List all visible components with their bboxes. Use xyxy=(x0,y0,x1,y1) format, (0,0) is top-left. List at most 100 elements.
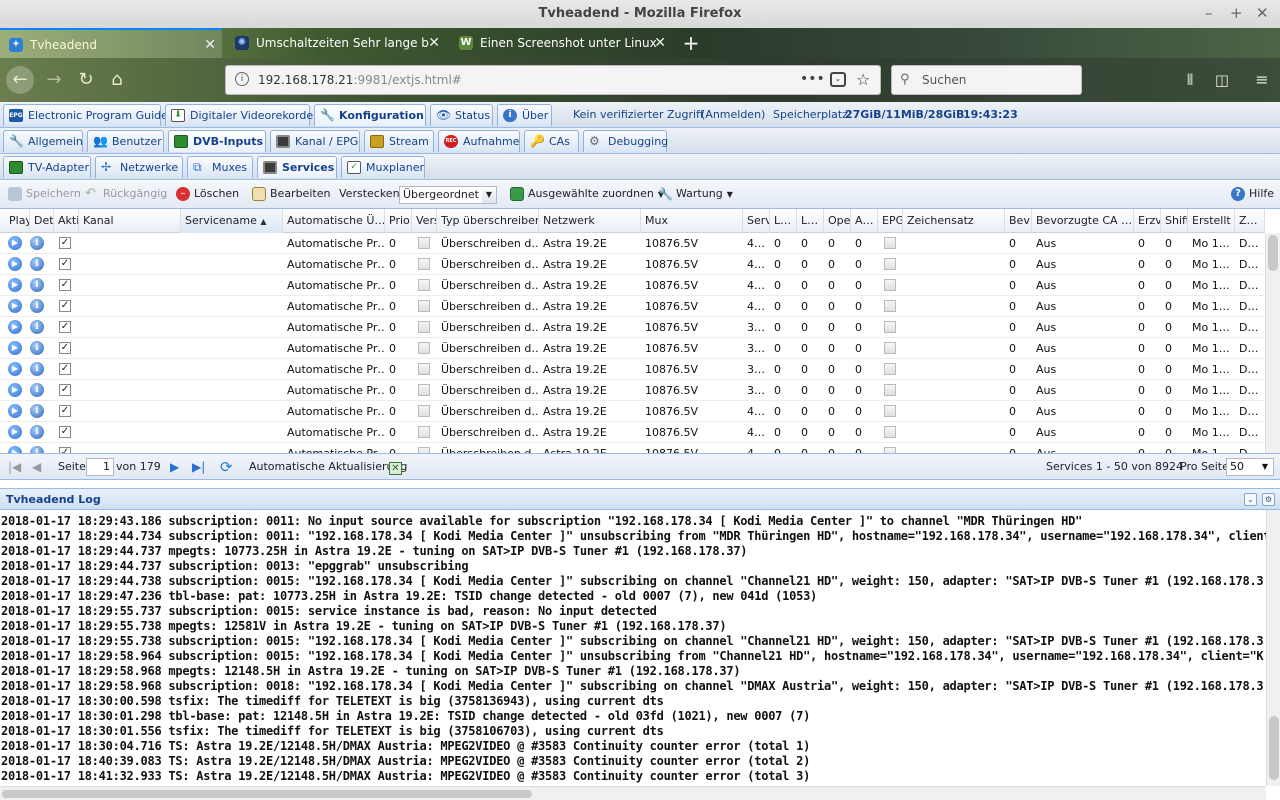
auto-refresh-toggle-icon[interactable]: ✕ xyxy=(389,462,402,475)
encrypted-checkbox[interactable] xyxy=(418,363,430,375)
col-force[interactable]: Erzv xyxy=(1134,209,1161,233)
tab-cas[interactable]: 🔑 CAs xyxy=(524,130,579,152)
play-icon[interactable]: ▶ xyxy=(8,278,22,292)
last-page-icon[interactable]: ▶| xyxy=(192,454,205,480)
details-icon[interactable]: i xyxy=(30,383,44,397)
epg-checkbox[interactable] xyxy=(884,237,896,249)
first-page-icon[interactable]: |◀ xyxy=(8,454,21,480)
refresh-icon[interactable]: ⟳ xyxy=(220,454,233,480)
tab-tv-adapter[interactable]: TV-Adapter xyxy=(3,156,91,178)
grid-scrollbar[interactable] xyxy=(1265,233,1280,453)
col-l1[interactable]: L… xyxy=(770,209,797,233)
help-button[interactable]: ? Hilfe xyxy=(1229,181,1274,207)
details-icon[interactable]: i xyxy=(30,404,44,418)
home-icon[interactable]: ⌂ xyxy=(103,66,131,94)
save-button[interactable]: Speichern xyxy=(6,181,81,207)
per-page-select[interactable]: 50 ▼ xyxy=(1226,458,1274,476)
col-play[interactable]: Play xyxy=(5,209,30,233)
col-auto-check[interactable]: Automatische Ü… xyxy=(283,209,385,233)
play-icon[interactable]: ▶ xyxy=(8,404,22,418)
close-window-icon[interactable]: ✕ xyxy=(1256,0,1269,28)
table-row[interactable]: ▶i✓Automatische Pr…0Überschreiben d…Astr… xyxy=(0,401,1265,422)
browser-tab-screenshot[interactable]: W Einen Screenshot unter Linux ✕ xyxy=(450,28,672,58)
library-icon[interactable]: ⫴ xyxy=(1176,66,1204,94)
settings-icon[interactable]: ⚙ xyxy=(1262,493,1275,506)
tab-status[interactable]: 👁 Status xyxy=(430,104,493,126)
search-bar[interactable]: ⚲ Suchen xyxy=(891,65,1082,95)
table-row[interactable]: ▶i✓Automatische Pr…0Überschreiben d…Astr… xyxy=(0,422,1265,443)
enabled-checkbox[interactable]: ✓ xyxy=(59,426,71,438)
epg-checkbox[interactable] xyxy=(884,363,896,375)
url-bar[interactable]: i 192.168.178.21:9981/extjs.html# ••• ⌄ … xyxy=(225,65,881,95)
table-row[interactable]: ▶i✓Automatische Pr…0Überschreiben d…Astr… xyxy=(0,233,1265,254)
epg-checkbox[interactable] xyxy=(884,342,896,354)
col-priority[interactable]: Prio xyxy=(385,209,412,233)
col-preferred-ca[interactable]: Bevorzugte CA … xyxy=(1032,209,1134,233)
col-mux[interactable]: Mux xyxy=(641,209,743,233)
tab-epg[interactable]: EPG Electronic Program Guide xyxy=(3,104,168,126)
collapse-icon[interactable]: ⌄ xyxy=(1244,493,1257,506)
maximize-icon[interactable]: + xyxy=(1230,0,1243,28)
epg-checkbox[interactable] xyxy=(884,405,896,417)
encrypted-checkbox[interactable] xyxy=(418,405,430,417)
details-icon[interactable]: i xyxy=(30,257,44,271)
close-tab-icon[interactable]: ✕ xyxy=(204,30,216,58)
browser-tab-tvheadend[interactable]: ✦ Tvheadend ✕ xyxy=(0,28,222,58)
edit-button[interactable]: Bearbeiten xyxy=(250,181,330,207)
prev-page-icon[interactable]: ◀ xyxy=(32,454,41,480)
encrypted-checkbox[interactable] xyxy=(418,426,430,438)
delete-button[interactable]: – Löschen xyxy=(174,181,239,207)
forward-icon[interactable]: → xyxy=(40,66,68,94)
table-row[interactable]: ▶i✓Automatische Pr…0Überschreiben d…Astr… xyxy=(0,296,1265,317)
col-l2[interactable]: L… xyxy=(797,209,824,233)
table-row[interactable]: ▶i✓Automatische Pr…0Überschreiben d…Astr… xyxy=(0,443,1265,453)
play-icon[interactable]: ▶ xyxy=(8,320,22,334)
col-z[interactable]: Z… xyxy=(1235,209,1265,233)
details-icon[interactable]: i xyxy=(30,299,44,313)
encrypted-checkbox[interactable] xyxy=(418,237,430,249)
play-icon[interactable]: ▶ xyxy=(8,362,22,376)
scrollbar-thumb[interactable] xyxy=(2,790,532,798)
tab-users[interactable]: 👥 Benutzer xyxy=(87,130,164,152)
back-icon[interactable]: ← xyxy=(6,66,34,94)
tab-dvr[interactable]: ⬇ Digitaler Videorekorder xyxy=(165,104,318,126)
close-tab-icon[interactable]: ✕ xyxy=(654,28,666,58)
tab-about[interactable]: i Über xyxy=(497,104,552,126)
play-icon[interactable]: ▶ xyxy=(8,446,22,453)
enabled-checkbox[interactable]: ✓ xyxy=(59,237,71,249)
minimize-icon[interactable]: – xyxy=(1205,0,1213,28)
play-icon[interactable]: ▶ xyxy=(8,257,22,271)
details-icon[interactable]: i xyxy=(30,236,44,250)
table-row[interactable]: ▶i✓Automatische Pr…0Überschreiben d…Astr… xyxy=(0,359,1265,380)
table-row[interactable]: ▶i✓Automatische Pr…0Überschreiben d…Astr… xyxy=(0,317,1265,338)
epg-checkbox[interactable] xyxy=(884,258,896,270)
col-channel[interactable]: Kanal xyxy=(79,209,181,233)
play-icon[interactable]: ▶ xyxy=(8,236,22,250)
enabled-checkbox[interactable]: ✓ xyxy=(59,405,71,417)
pocket-icon[interactable]: ⌄ xyxy=(830,72,846,87)
table-row[interactable]: ▶i✓Automatische Pr…0Überschreiben d…Astr… xyxy=(0,275,1265,296)
col-a[interactable]: A… xyxy=(851,209,878,233)
tab-channel-epg[interactable]: Kanal / EPG xyxy=(270,130,360,152)
bookmark-star-icon[interactable]: ☆ xyxy=(856,66,870,93)
col-ope[interactable]: Ope xyxy=(824,209,851,233)
details-icon[interactable]: i xyxy=(30,425,44,439)
epg-checkbox[interactable] xyxy=(884,426,896,438)
new-tab-button[interactable]: + xyxy=(676,28,706,58)
play-icon[interactable]: ▶ xyxy=(8,425,22,439)
tab-general[interactable]: 🔧 Allgemein xyxy=(3,130,83,152)
reload-icon[interactable]: ↻ xyxy=(72,66,100,94)
col-enabled[interactable]: Akti xyxy=(54,209,79,233)
close-tab-icon[interactable]: ✕ xyxy=(428,28,440,58)
enabled-checkbox[interactable]: ✓ xyxy=(59,258,71,270)
tab-muxes[interactable]: ⧉ Muxes xyxy=(187,156,253,178)
page-input[interactable]: 1 xyxy=(86,458,114,476)
play-icon[interactable]: ▶ xyxy=(8,383,22,397)
col-service-id[interactable]: Serv xyxy=(743,209,770,233)
epg-checkbox[interactable] xyxy=(884,279,896,291)
enabled-checkbox[interactable]: ✓ xyxy=(59,363,71,375)
scrollbar-thumb[interactable] xyxy=(1269,716,1279,780)
hide-select[interactable]: Übergeordnet d ▼ xyxy=(399,186,497,204)
tab-recording[interactable]: REC Aufnahme xyxy=(438,130,520,152)
tab-configuration[interactable]: 🔧 Konfiguration xyxy=(314,104,426,126)
